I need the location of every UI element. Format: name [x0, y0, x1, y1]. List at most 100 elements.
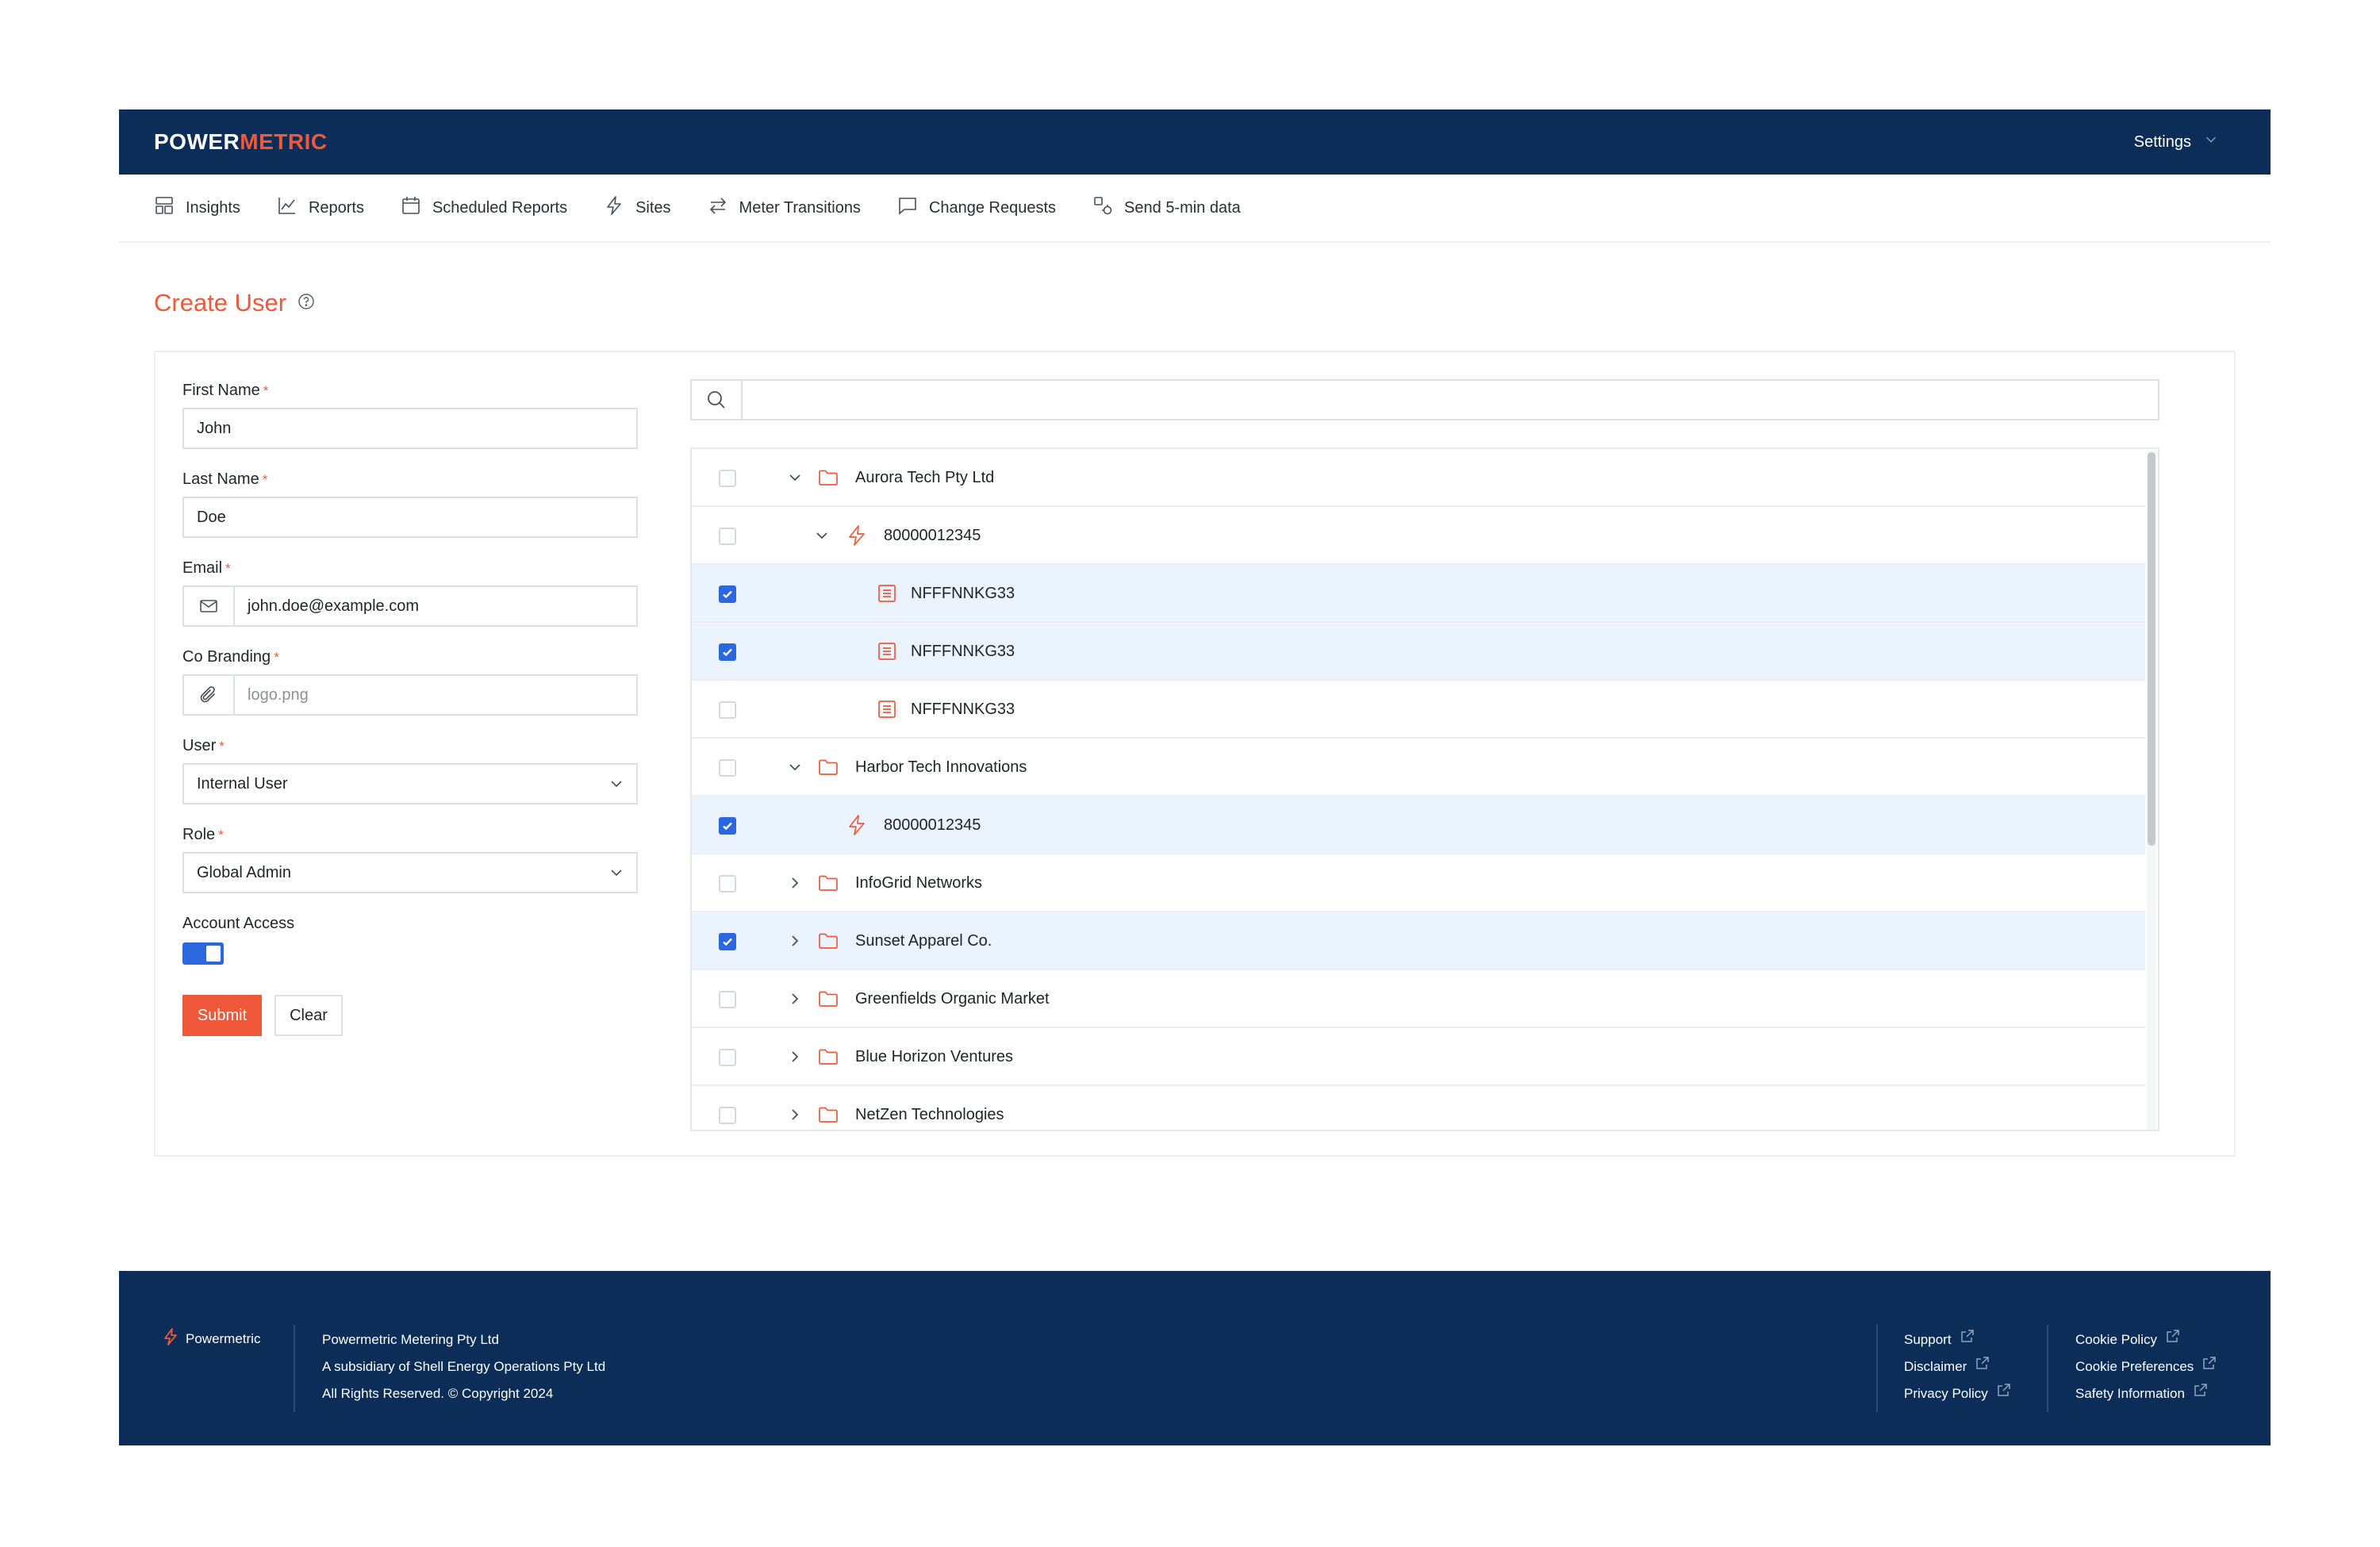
folder-icon [817, 1104, 839, 1126]
row-checkbox[interactable] [719, 875, 736, 892]
chevron-down-icon[interactable] [812, 526, 831, 545]
create-user-form: First Name * John Last Name * Doe Email * j… [182, 379, 638, 1036]
role-select[interactable]: Global Admin [182, 852, 638, 893]
tree-row[interactable]: NFFFNNKG33 [692, 623, 2145, 681]
footer: Powermetric Powermetric Metering Pty Ltd… [119, 1271, 2271, 1445]
row-checkbox[interactable] [719, 1049, 736, 1066]
external-link-icon [1996, 1380, 2012, 1407]
powermetric-logo[interactable]: POWER METRIC [154, 129, 328, 155]
tree-row[interactable]: 80000012345 [692, 797, 2145, 854]
tree-row-label: NFFFNNKG33 [911, 701, 1015, 718]
bolt-icon [846, 524, 868, 547]
row-checkbox[interactable] [719, 933, 736, 950]
email-input[interactable]: john.doe@example.com [182, 585, 638, 627]
last-name-input[interactable]: Doe [182, 497, 638, 538]
tree-row[interactable]: Aurora Tech Pty Ltd [692, 449, 2145, 507]
paperclip-icon[interactable] [184, 676, 235, 714]
help-icon[interactable] [298, 293, 315, 314]
nav-item-insights[interactable]: Insights [154, 195, 240, 221]
footer-link-disclaimer[interactable]: Disclaimer [1904, 1353, 2012, 1380]
footer-brand: Powermetric [162, 1328, 260, 1349]
chevron-down-icon [597, 865, 636, 881]
nav-label: Send 5-min data [1124, 198, 1241, 217]
row-checkbox[interactable] [719, 643, 736, 661]
nav-item-sites[interactable]: Sites [604, 195, 671, 221]
bolt-icon [604, 195, 624, 221]
chevron-down-icon[interactable] [785, 758, 804, 777]
folder-icon [817, 466, 839, 489]
footer-company-line: A subsidiary of Shell Energy Operations … [322, 1359, 606, 1374]
folder-icon [817, 988, 839, 1010]
chevron-down-icon [597, 776, 636, 792]
nav-item-meter-transitions[interactable]: Meter Transitions [708, 195, 861, 221]
co-branding-input[interactable]: logo.png [182, 674, 638, 716]
first-name-value: John [197, 419, 232, 437]
row-checkbox[interactable] [719, 1107, 736, 1124]
row-checkbox[interactable] [719, 817, 736, 835]
scrollbar-thumb[interactable] [2148, 452, 2155, 846]
footer-link-cookie-preferences[interactable]: Cookie Preferences [2075, 1353, 2217, 1380]
footer-link-support[interactable]: Support [1904, 1326, 2012, 1353]
tree-row-label: Sunset Apparel Co. [855, 932, 992, 950]
first-name-input[interactable]: John [182, 408, 638, 449]
external-link-icon [2202, 1353, 2217, 1380]
folder-icon [817, 756, 839, 778]
search-input[interactable] [743, 381, 2158, 419]
nav-item-send-5-min-data[interactable]: Send 5-min data [1092, 195, 1241, 221]
calendar-icon [401, 195, 421, 221]
row-checkbox[interactable] [719, 991, 736, 1008]
main-nav: Insights Reports Scheduled Reports Sites… [119, 175, 2271, 243]
row-checkbox[interactable] [719, 759, 736, 777]
chevron-right-icon[interactable] [785, 1105, 804, 1124]
nav-item-reports[interactable]: Reports [277, 195, 364, 221]
role-label: Role * [182, 826, 224, 843]
chevron-right-icon[interactable] [785, 989, 804, 1008]
page-title-text: Create User [154, 289, 287, 317]
tree-row-label: 80000012345 [884, 527, 981, 544]
page-title: Create User [154, 289, 315, 317]
tree-row[interactable]: NetZen Technologies [692, 1086, 2145, 1130]
tree-scrollbar[interactable] [2147, 451, 2156, 1130]
tree-row[interactable]: Harbor Tech Innovations [692, 739, 2145, 797]
user-field: User * Internal User [182, 735, 638, 804]
nav-label: Scheduled Reports [432, 198, 568, 217]
tree-row[interactable]: 80000012345 [692, 507, 2145, 565]
user-label: User * [182, 737, 225, 754]
user-select[interactable]: Internal User [182, 763, 638, 804]
submit-button[interactable]: Submit [182, 995, 262, 1036]
tree-row[interactable]: Blue Horizon Ventures [692, 1028, 2145, 1086]
footer-links-col2: Cookie Policy Cookie Preferences Safety … [2075, 1326, 2217, 1407]
folder-icon [817, 930, 839, 952]
footer-link-cookie-policy[interactable]: Cookie Policy [2075, 1326, 2217, 1353]
row-checkbox[interactable] [719, 470, 736, 487]
nav-item-change-requests[interactable]: Change Requests [897, 195, 1056, 221]
bolt-icon [846, 814, 868, 836]
row-checkbox[interactable] [719, 701, 736, 719]
account-access-toggle[interactable] [182, 942, 224, 965]
chevron-down-icon[interactable] [785, 468, 804, 487]
external-link-icon [1975, 1353, 1990, 1380]
footer-link-privacy-policy[interactable]: Privacy Policy [1904, 1380, 2012, 1407]
nav-item-scheduled-reports[interactable]: Scheduled Reports [401, 195, 567, 221]
meter-icon [876, 640, 898, 662]
tree-row[interactable]: NFFFNNKG33 [692, 565, 2145, 623]
tree-row[interactable]: NFFFNNKG33 [692, 681, 2145, 739]
chevron-right-icon[interactable] [785, 931, 804, 950]
meter-icon [876, 582, 898, 605]
settings-menu[interactable]: Settings [2134, 132, 2236, 152]
footer-link-safety-information[interactable]: Safety Information [2075, 1380, 2217, 1407]
tree-row[interactable]: Greenfields Organic Market [692, 970, 2145, 1028]
clear-button[interactable]: Clear [274, 995, 343, 1036]
row-checkbox[interactable] [719, 585, 736, 603]
nav-label: Meter Transitions [739, 198, 861, 217]
chevron-right-icon[interactable] [785, 873, 804, 892]
tree-row[interactable]: InfoGrid Networks [692, 854, 2145, 912]
nav-label: Sites [635, 198, 671, 217]
tree-row-label: Blue Horizon Ventures [855, 1048, 1014, 1065]
role-select-value: Global Admin [197, 863, 291, 881]
co-branding-label: Co Branding * [182, 648, 279, 666]
chevron-right-icon[interactable] [785, 1047, 804, 1066]
account-access-field: Account Access [182, 912, 638, 965]
row-checkbox[interactable] [719, 528, 736, 545]
tree-row[interactable]: Sunset Apparel Co. [692, 912, 2145, 970]
